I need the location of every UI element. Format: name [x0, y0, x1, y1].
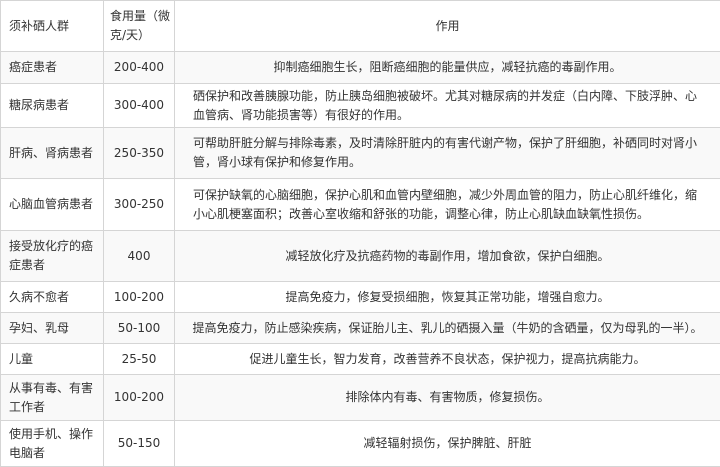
effect-cell: 可保护缺氧的心脑细胞，保护心肌和血管内壁细胞，减少外周血管的阻力，防止心肌纤维化… [174, 178, 720, 231]
selenium-intake-table-page: 须补硒人群 食用量（微克/天） 作用 癌症患者 200-400 抑制癌细胞生长，… [0, 0, 720, 467]
group-cell: 使用手机、操作电脑者 [0, 420, 104, 467]
dose-cell: 200-400 [103, 51, 175, 84]
selenium-intake-table: 须补硒人群 食用量（微克/天） 作用 癌症患者 200-400 抑制癌细胞生长，… [0, 0, 720, 467]
effect-cell: 提高免疫力，修复受损细胞，恢复其正常功能，增强自愈力。 [174, 281, 720, 313]
table-row: 肝病、肾病患者 250-350 可帮助肝脏分解与排除毒素，及时清除肝脏内的有害代… [0, 127, 720, 179]
effect-cell: 促进儿童生长，智力发育，改善营养不良状态，保护视力，提高抗病能力。 [174, 343, 720, 375]
effect-cell: 排除体内有毒、有害物质，修复损伤。 [174, 374, 720, 421]
effect-cell: 提高免疫力，防止感染疾病，保证胎儿主、乳儿的硒摄入量（牛奶的含硒量，仅为母乳的一… [174, 312, 720, 344]
group-cell: 接受放化疗的癌症患者 [0, 230, 104, 282]
effect-cell: 抑制癌细胞生长，阻断癌细胞的能量供应，减轻抗癌的毒副作用。 [174, 51, 720, 84]
dose-cell: 50-100 [103, 312, 175, 344]
group-cell: 癌症患者 [0, 51, 104, 84]
dose-cell: 50-150 [103, 420, 175, 467]
table-row: 使用手机、操作电脑者 50-150 减轻辐射损伤，保护脾脏、肝脏 [0, 420, 720, 467]
header-group-cell: 须补硒人群 [0, 0, 104, 52]
effect-cell: 减轻辐射损伤，保护脾脏、肝脏 [174, 420, 720, 467]
table-row: 心脑血管病患者 300-250 可保护缺氧的心脑细胞，保护心肌和血管内壁细胞，减… [0, 178, 720, 231]
table-row: 从事有毒、有害工作者 100-200 排除体内有毒、有害物质，修复损伤。 [0, 374, 720, 421]
table-row: 接受放化疗的癌症患者 400 减轻放化疗及抗癌药物的毒副作用，增加食欲，保护白细… [0, 230, 720, 282]
table-row: 久病不愈者 100-200 提高免疫力，修复受损细胞，恢复其正常功能，增强自愈力… [0, 281, 720, 313]
dose-cell: 100-200 [103, 281, 175, 313]
table-row: 癌症患者 200-400 抑制癌细胞生长，阻断癌细胞的能量供应，减轻抗癌的毒副作… [0, 51, 720, 84]
group-cell: 糖尿病患者 [0, 83, 104, 128]
group-cell: 从事有毒、有害工作者 [0, 374, 104, 421]
dose-cell: 300-250 [103, 178, 175, 231]
effect-cell: 硒保护和改善胰腺功能，防止胰岛细胞被破坏。尤其对糖尿病的并发症（白内障、下肢浮肿… [174, 83, 720, 128]
dose-cell: 400 [103, 230, 175, 282]
dose-cell: 100-200 [103, 374, 175, 421]
group-cell: 心脑血管病患者 [0, 178, 104, 231]
table-row: 儿童 25-50 促进儿童生长，智力发育，改善营养不良状态，保护视力，提高抗病能… [0, 343, 720, 375]
effect-cell: 减轻放化疗及抗癌药物的毒副作用，增加食欲，保护白细胞。 [174, 230, 720, 282]
group-cell: 肝病、肾病患者 [0, 127, 104, 179]
header-effect-cell: 作用 [174, 0, 720, 52]
table-row: 糖尿病患者 300-400 硒保护和改善胰腺功能，防止胰岛细胞被破坏。尤其对糖尿… [0, 83, 720, 128]
group-cell: 孕妇、乳母 [0, 312, 104, 344]
group-cell: 久病不愈者 [0, 281, 104, 313]
table-row: 孕妇、乳母 50-100 提高免疫力，防止感染疾病，保证胎儿主、乳儿的硒摄入量（… [0, 312, 720, 344]
dose-cell: 250-350 [103, 127, 175, 179]
effect-cell: 可帮助肝脏分解与排除毒素，及时清除肝脏内的有害代谢产物，保护了肝细胞，补硒同时对… [174, 127, 720, 179]
group-cell: 儿童 [0, 343, 104, 375]
dose-cell: 25-50 [103, 343, 175, 375]
header-dose-cell: 食用量（微克/天） [103, 0, 175, 52]
dose-cell: 300-400 [103, 83, 175, 128]
table-header-row: 须补硒人群 食用量（微克/天） 作用 [0, 0, 720, 52]
